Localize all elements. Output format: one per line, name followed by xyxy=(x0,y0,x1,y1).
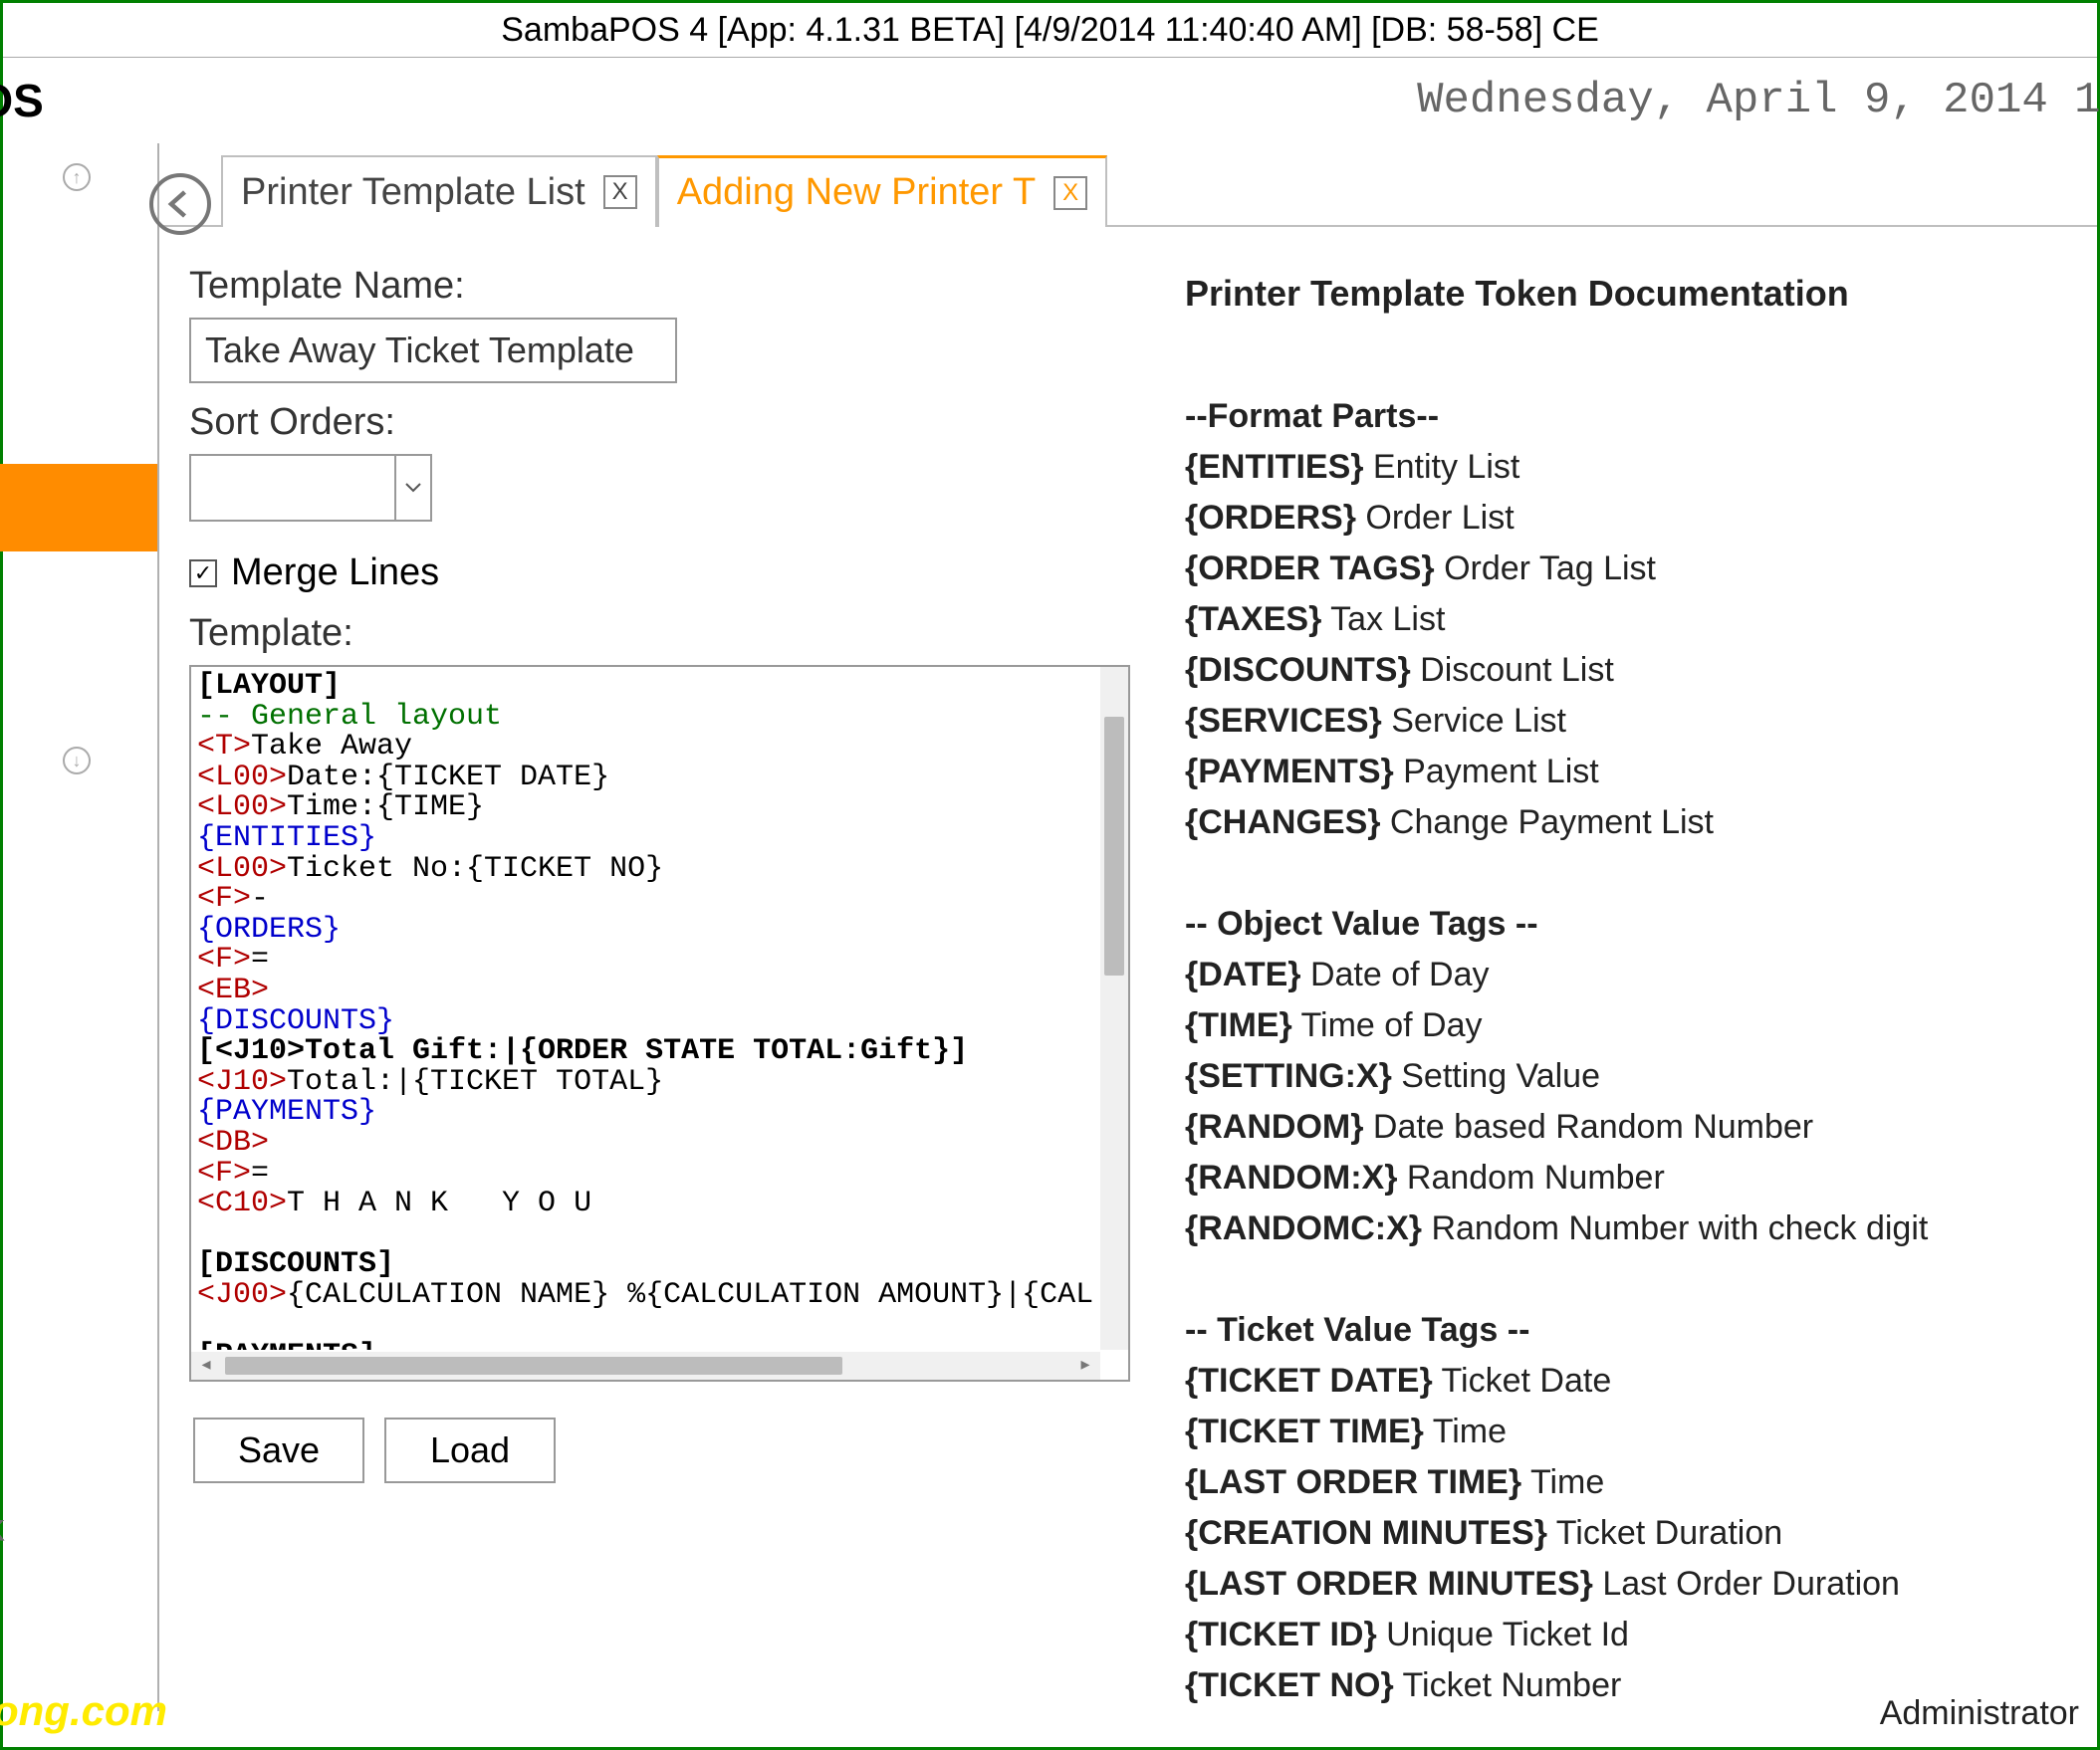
sidebar-item[interactable]: ngs xyxy=(0,551,157,639)
doc-token-row: {CHANGES} Change Payment List xyxy=(1185,797,2067,848)
doc-token-row: {LAST ORDER TIME} Time xyxy=(1185,1457,2067,1508)
sidebar-item[interactable]: unts xyxy=(0,1135,157,1222)
sidebar-item[interactable] xyxy=(0,376,157,464)
tab-bar: Printer Template ListXAdding New Printer… xyxy=(221,155,2097,227)
editor-vscrollbar[interactable] xyxy=(1100,667,1128,1350)
back-button[interactable] xyxy=(149,173,211,235)
doc-title: Printer Template Token Documentation xyxy=(1185,267,2067,321)
sidebar-item[interactable]: ts xyxy=(0,1047,157,1135)
doc-section-header: -- Ticket Value Tags -- xyxy=(1185,1311,1529,1349)
doc-token-row: {TIME} Time of Day xyxy=(1185,1000,2067,1051)
chevron-down-icon xyxy=(405,483,421,493)
down-arrow-icon[interactable]: ↓ xyxy=(63,747,91,774)
doc-token-row: {ORDER TAGS} Order Tag List xyxy=(1185,544,2067,594)
doc-token-row: {TICKET DATE} Ticket Date xyxy=(1185,1356,2067,1407)
up-arrow-icon[interactable]: ↑ xyxy=(63,163,91,191)
sidebar-item[interactable]: gs xyxy=(0,784,157,872)
save-button[interactable]: Save xyxy=(193,1418,364,1483)
tab-close-button[interactable]: X xyxy=(603,175,637,209)
doc-token-row: {TICKET TIME} Time xyxy=(1185,1407,2067,1457)
back-arrow-icon xyxy=(162,186,198,222)
doc-section-header: -- Object Value Tags -- xyxy=(1185,905,1538,943)
sidebar-item[interactable]: tory xyxy=(0,960,157,1047)
sidebar-item[interactable]: a Network xyxy=(0,1485,157,1573)
sort-orders-input[interactable] xyxy=(189,454,396,522)
doc-token-row: {SERVICES} Service List xyxy=(1185,696,2067,747)
merge-lines-checkbox[interactable]: ✓ xyxy=(189,559,217,587)
sidebar-item[interactable]: ucts xyxy=(0,872,157,960)
sort-orders-label: Sort Orders: xyxy=(189,401,1145,444)
window-title: SambaPOS 4 [App: 4.1.31 BETA] [4/9/2014 … xyxy=(3,3,2097,58)
doc-token-row: {ENTITIES} Entity List xyxy=(1185,442,2067,493)
tab-label: Printer Template List xyxy=(241,171,585,214)
template-label: Template: xyxy=(189,612,1145,655)
sidebar-item[interactable]: es xyxy=(0,1222,157,1310)
editor-hscrollbar[interactable]: ◂ ▸ xyxy=(191,1352,1100,1380)
template-name-input[interactable]: Take Away Ticket Template xyxy=(189,318,677,383)
load-button[interactable]: Load xyxy=(384,1418,556,1483)
doc-section-header: --Format Parts-- xyxy=(1185,397,1439,435)
sort-orders-dropdown[interactable] xyxy=(394,454,432,522)
header-datetime: Wednesday, April 9, 2014 11 xyxy=(1417,76,2100,125)
sidebar-item[interactable]: mation xyxy=(0,1310,157,1398)
doc-token-row: {RANDOM:X} Random Number xyxy=(1185,1153,2067,1203)
template-editor[interactable]: [LAYOUT] -- General layout <T>Take Away … xyxy=(189,665,1130,1382)
doc-token-row: {RANDOMC:X} Random Number with check dig… xyxy=(1185,1203,2067,1254)
doc-token-row: {CREATION MINUTES} Ticket Duration xyxy=(1185,1508,2067,1559)
doc-token-row: {DISCOUNTS} Discount List xyxy=(1185,645,2067,696)
app-logo: baPOS xyxy=(0,74,44,127)
scroll-left-icon[interactable]: ◂ xyxy=(193,1353,219,1379)
merge-lines-label: Merge Lines xyxy=(231,551,439,594)
form-panel: Template Name: Take Away Ticket Template… xyxy=(189,247,1145,1750)
doc-token-row: {DATE} Date of Day xyxy=(1185,950,2067,1000)
scrollbar-thumb[interactable] xyxy=(1104,717,1124,976)
doc-token-row: {TICKET ID} Unique Ticket Id xyxy=(1185,1610,2067,1660)
tab-close-button[interactable]: X xyxy=(1053,176,1087,210)
doc-token-row: {SETTING:X} Setting Value xyxy=(1185,1051,2067,1102)
doc-token-row: {LAST ORDER MINUTES} Last Order Duration xyxy=(1185,1559,2067,1610)
tab-label: Adding New Printer T xyxy=(677,171,1036,214)
template-name-label: Template Name: xyxy=(189,265,1145,308)
tab-active[interactable]: Adding New Printer T X xyxy=(657,155,1107,227)
sidebar: ↑ nts platesngss ↓ gsuctstorytsuntsesmation… xyxy=(0,143,159,1711)
content-area: Printer Template ListXAdding New Printer… xyxy=(159,143,2097,1711)
scrollbar-thumb[interactable] xyxy=(225,1357,842,1375)
documentation-panel: Printer Template Token Documentation --Fo… xyxy=(1145,247,2067,1750)
doc-token-row: {PAYMENTS} Payment List xyxy=(1185,747,2067,797)
doc-token-row: {ORDERS} Order List xyxy=(1185,493,2067,544)
doc-token-row: {RANDOM} Date based Random Number xyxy=(1185,1102,2067,1153)
sidebar-item[interactable] xyxy=(0,1398,157,1485)
doc-token-row: {TAXES} Tax List xyxy=(1185,594,2067,645)
footer-user: Administrator xyxy=(1880,1694,2079,1733)
app-header: baPOS Wednesday, April 9, 2014 11 xyxy=(3,58,2097,143)
tab[interactable]: Printer Template List X xyxy=(221,155,657,227)
sidebar-item[interactable]: nts xyxy=(0,201,157,289)
watermark: ong.com xyxy=(0,1687,167,1735)
sidebar-item[interactable]: ↓ xyxy=(0,727,157,784)
merge-lines-row: ✓ Merge Lines xyxy=(189,551,1145,594)
sidebar-item[interactable]: s xyxy=(0,639,157,727)
sidebar-item[interactable] xyxy=(0,289,157,376)
scroll-right-icon[interactable]: ▸ xyxy=(1072,1353,1098,1379)
sidebar-item[interactable]: plates xyxy=(0,464,157,551)
